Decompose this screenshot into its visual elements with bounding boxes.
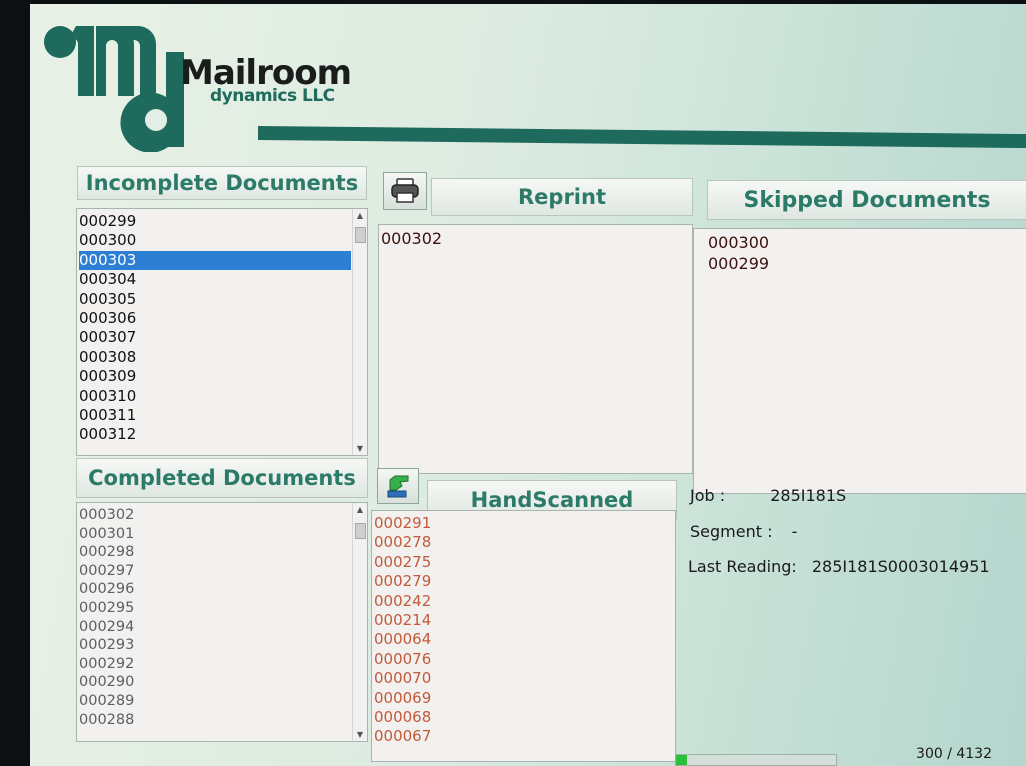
skipped-list[interactable]: 000300 000299 (693, 228, 1026, 494)
list-item[interactable]: 000310 (79, 387, 367, 406)
progress-bar (675, 754, 837, 766)
list-item[interactable]: 000070 (374, 669, 675, 688)
segment-label: Segment : (690, 522, 773, 541)
list-item[interactable]: 000297 (79, 562, 367, 581)
list-item[interactable]: 000296 (79, 580, 367, 599)
list-item[interactable]: 000076 (374, 650, 675, 669)
print-button[interactable] (383, 172, 427, 210)
job-row: Job : 285I181S (690, 486, 846, 505)
scroll-down-icon[interactable]: ▼ (353, 730, 367, 739)
list-item[interactable]: 000312 (79, 425, 367, 444)
incomplete-list[interactable]: 000299 000300 000303 000304 000305 000306 0003… (76, 208, 368, 456)
list-item[interactable]: 000311 (79, 406, 367, 425)
reprint-list[interactable]: 000302 (378, 224, 693, 474)
list-item[interactable]: 000242 (374, 592, 675, 611)
list-item[interactable]: 000275 (374, 553, 675, 572)
list-item[interactable]: 000292 (79, 655, 367, 674)
hand-scan-icon (387, 475, 409, 498)
scroll-up-icon[interactable]: ▲ (353, 505, 367, 514)
last-reading-label: Last Reading: (688, 557, 797, 576)
list-item[interactable]: 000278 (374, 533, 675, 552)
list-item[interactable]: 000279 (374, 572, 675, 591)
incomplete-header: Incomplete Documents (77, 166, 367, 200)
scroll-down-icon[interactable]: ▼ (353, 444, 367, 453)
list-item[interactable]: 000290 (79, 673, 367, 692)
list-item[interactable]: 000214 (374, 611, 675, 630)
app-window: Mailroom dynamics LLC Incomplete Documen… (30, 4, 1026, 766)
list-item[interactable]: 000067 (374, 727, 675, 746)
job-label: Job : (690, 486, 726, 505)
header-rule (257, 126, 1026, 149)
list-item[interactable]: 000303 (79, 250, 351, 271)
list-item[interactable]: 000308 (79, 348, 367, 367)
skipped-header: Skipped Documents (707, 180, 1026, 220)
printer-icon (391, 178, 419, 203)
scroll-thumb[interactable] (355, 523, 366, 539)
brand-tagline: dynamics LLC (210, 86, 335, 106)
completed-list[interactable]: 000302 000301 000298 000297 000296 000295 0002… (76, 502, 368, 742)
list-item[interactable]: 000299 (708, 253, 1026, 274)
list-item[interactable]: 000064 (374, 630, 675, 649)
last-reading-row: Last Reading: 285I181S0003014951 (688, 557, 990, 576)
list-item[interactable]: 000309 (79, 367, 367, 386)
incomplete-scrollbar[interactable]: ▲ ▼ (352, 209, 367, 455)
scroll-thumb[interactable] (355, 227, 366, 243)
list-item[interactable]: 000298 (79, 543, 367, 562)
segment-value: - (791, 522, 798, 541)
list-item[interactable]: 000294 (79, 618, 367, 637)
list-item[interactable]: 000302 (79, 506, 367, 525)
document-counter: 300 / 4132 (916, 746, 992, 762)
progress-fill (676, 755, 688, 765)
list-item[interactable]: 000300 (79, 231, 367, 250)
completed-scrollbar[interactable]: ▲ ▼ (352, 503, 367, 741)
scroll-up-icon[interactable]: ▲ (353, 211, 367, 220)
brand-wordmark: Mailroom dynamics LLC (180, 53, 352, 106)
list-item[interactable]: 000305 (79, 290, 367, 309)
brand-name: Mailroom (180, 53, 352, 93)
handscanned-list[interactable]: 000291 000278 000275 000279 000242 000214 0000… (371, 510, 676, 762)
list-item[interactable]: 000289 (79, 692, 367, 711)
list-item[interactable]: 000304 (79, 270, 367, 289)
segment-row: Segment : - (690, 522, 797, 541)
list-item[interactable]: 000068 (374, 708, 675, 727)
list-item[interactable]: 000293 (79, 636, 367, 655)
list-item[interactable]: 000306 (79, 309, 367, 328)
list-item[interactable]: 000291 (374, 514, 675, 533)
job-value: 285I181S (770, 486, 847, 505)
list-item[interactable]: 000300 (708, 232, 1026, 253)
list-item[interactable]: 000295 (79, 599, 367, 618)
list-item[interactable]: 000302 (381, 228, 692, 249)
reprint-header: Reprint (431, 178, 693, 216)
completed-header: Completed Documents (76, 458, 368, 498)
list-item[interactable]: 000288 (79, 711, 367, 730)
list-item[interactable]: 000301 (79, 525, 367, 544)
list-item[interactable]: 000307 (79, 328, 367, 347)
last-reading-value: 285I181S0003014951 (811, 557, 990, 576)
list-item[interactable]: 000299 (79, 212, 367, 231)
handscan-button[interactable] (377, 468, 419, 504)
list-item[interactable]: 000069 (374, 689, 675, 708)
